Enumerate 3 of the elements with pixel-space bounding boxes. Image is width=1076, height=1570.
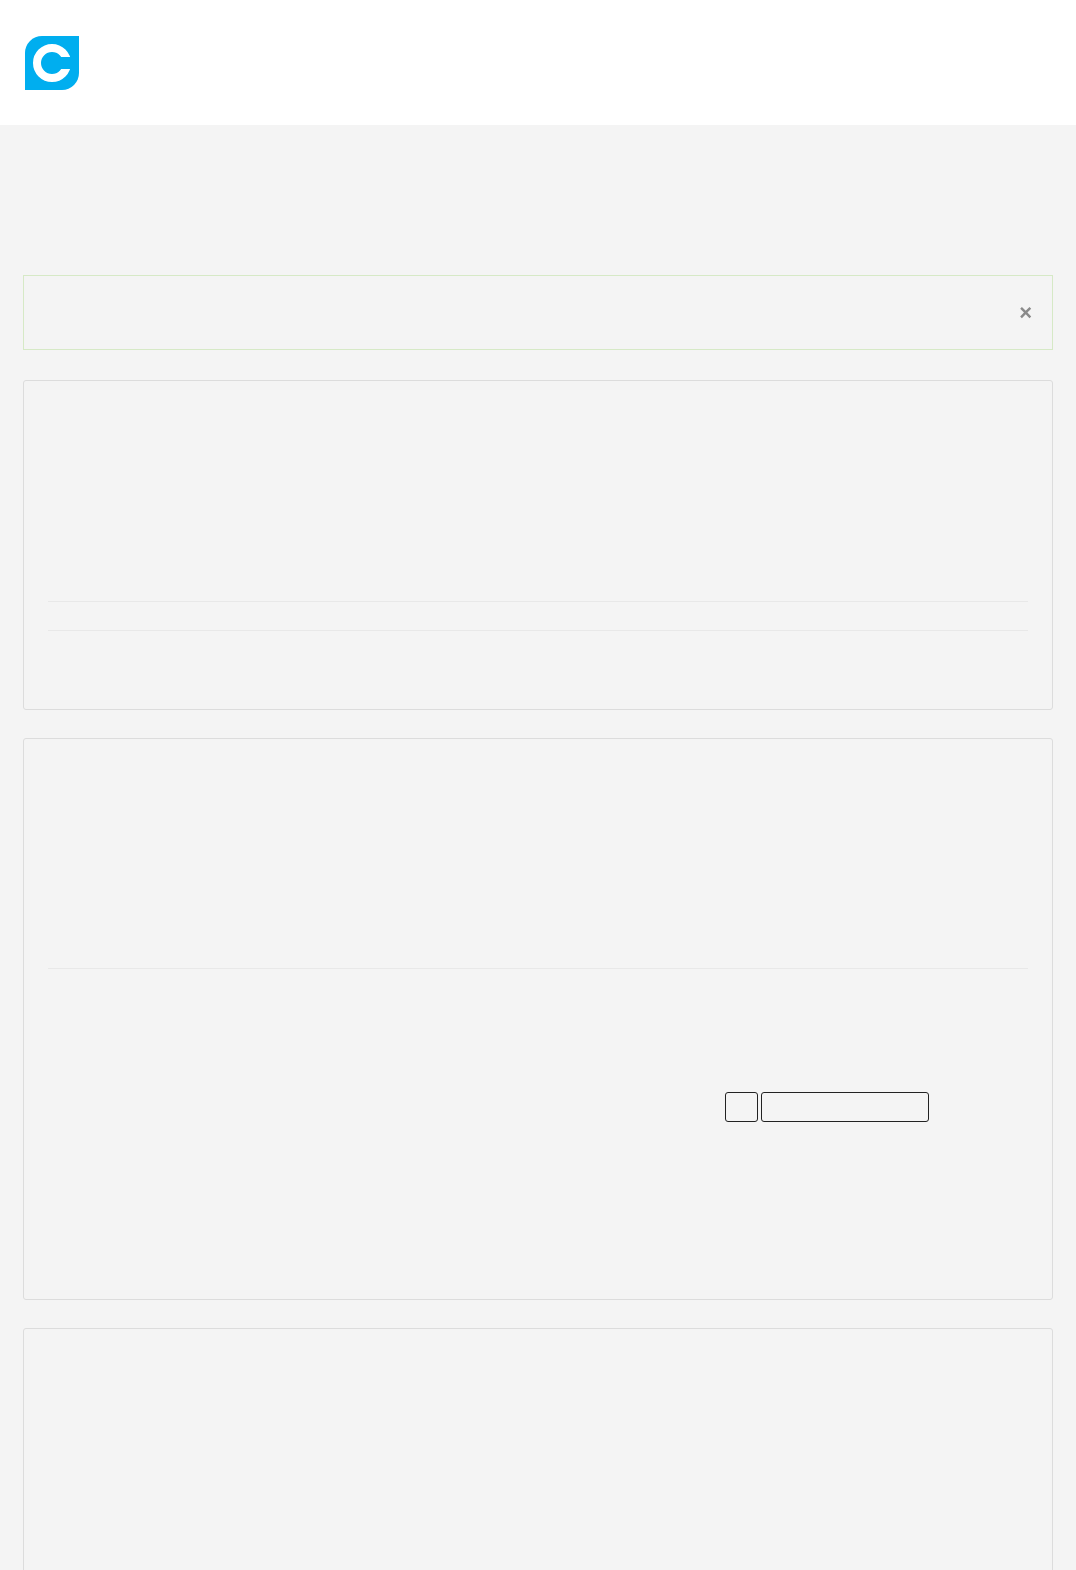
input-field[interactable] xyxy=(725,1092,758,1122)
close-button[interactable]: × xyxy=(1019,301,1032,324)
input-field[interactable] xyxy=(761,1092,929,1122)
